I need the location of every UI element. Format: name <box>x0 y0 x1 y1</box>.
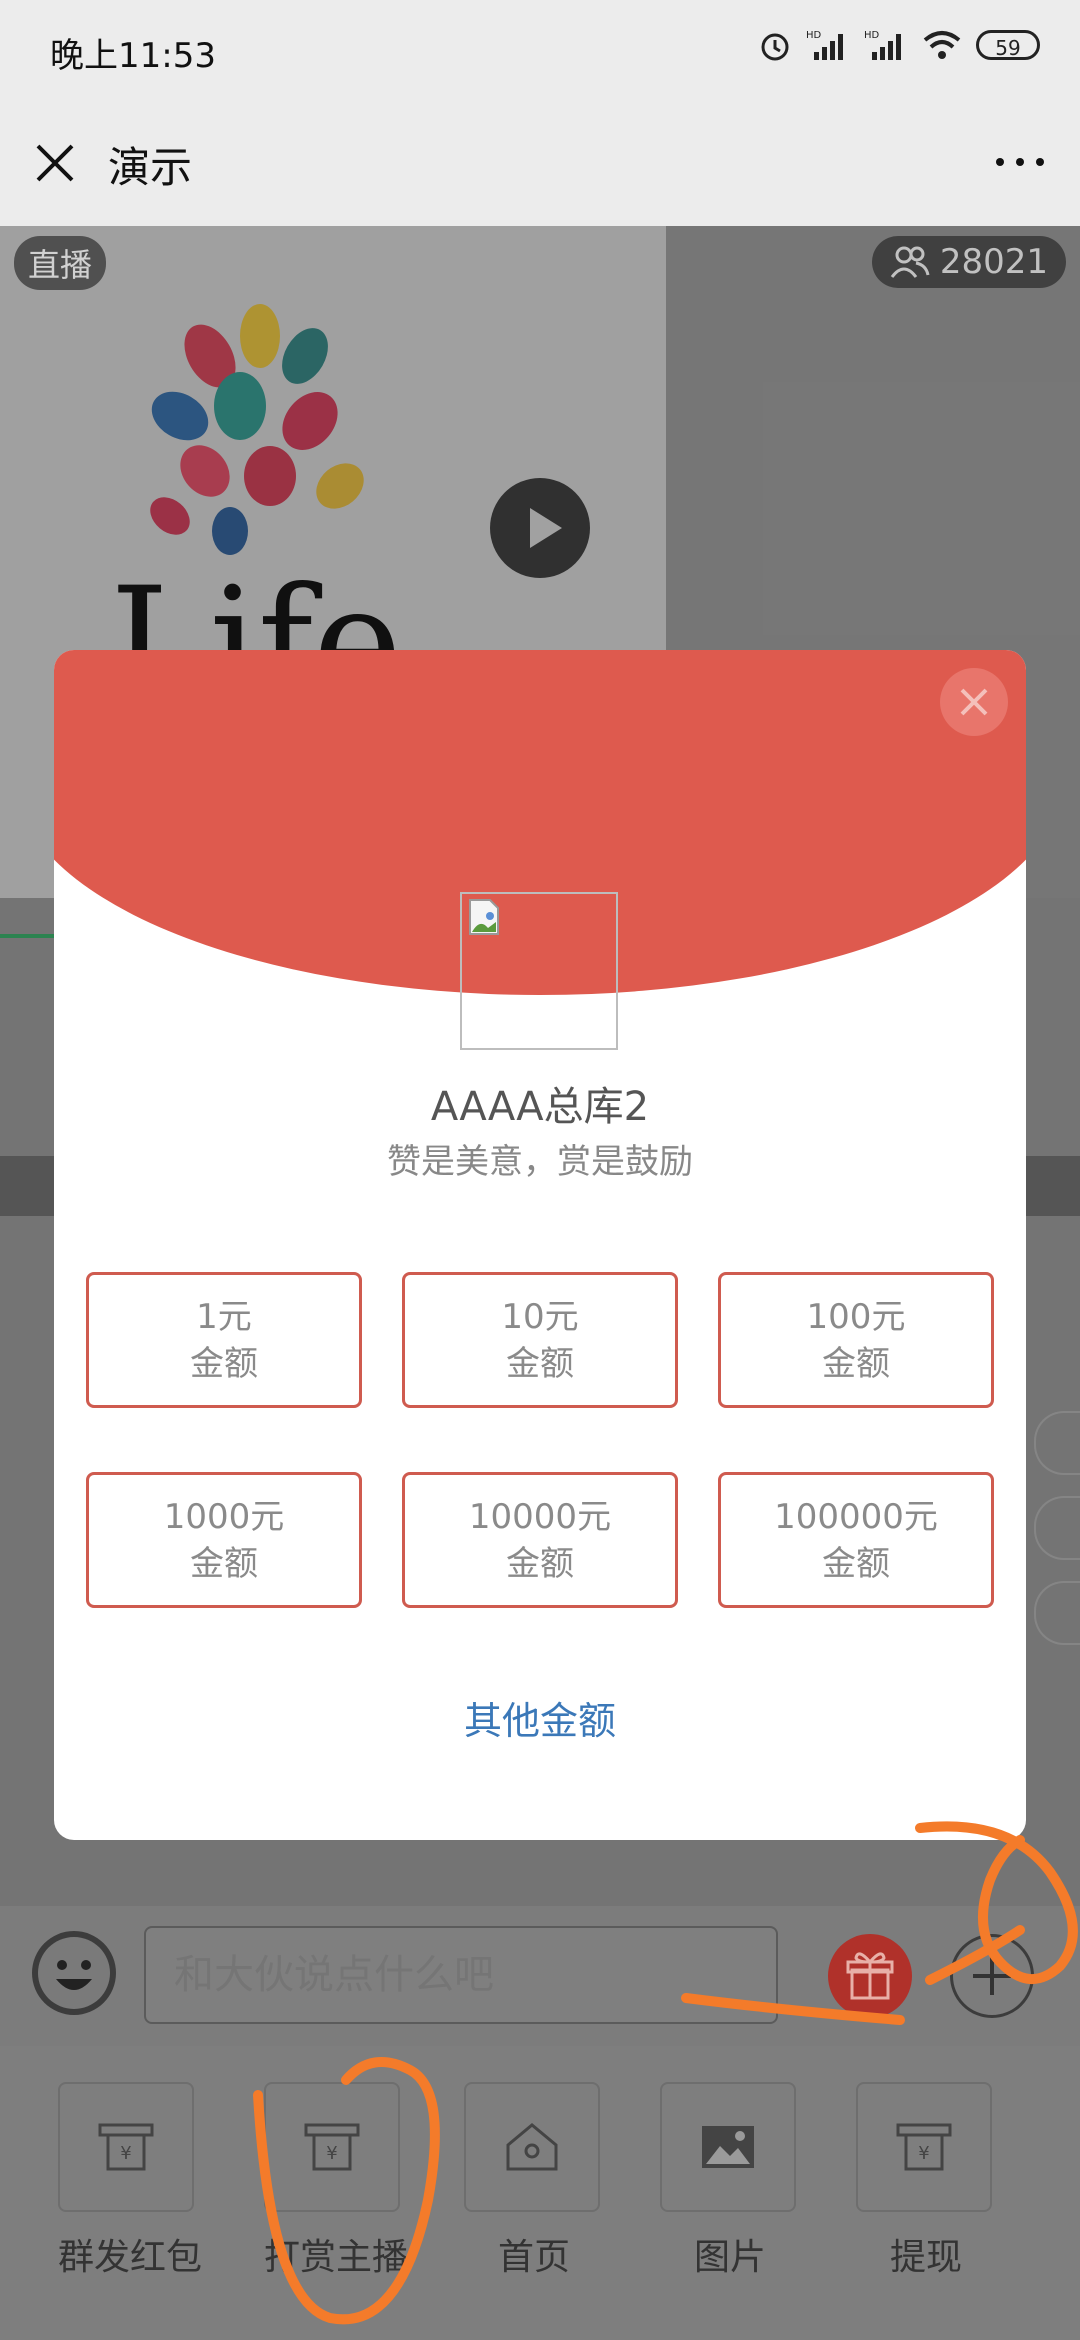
amount-label: 金额 <box>822 1344 890 1384</box>
signal-icon: HD <box>806 30 843 60</box>
reward-modal: AAAA总库2 赞是美意，赏是鼓励 1元 金额 10元 金额 100元 金额 1… <box>54 650 1026 1840</box>
menu-item-withdraw[interactable]: ¥ 提现 <box>856 2082 996 2280</box>
amount-label: 金额 <box>822 1544 890 1584</box>
battery-indicator: 59 <box>976 30 1040 60</box>
amount-label: 金额 <box>190 1344 258 1384</box>
chat-input-bar <box>0 1906 1080 2046</box>
yen-card-icon: ¥ <box>304 2123 360 2171</box>
svg-text:¥: ¥ <box>918 2143 929 2164</box>
more-icon[interactable] <box>990 142 1050 182</box>
amount-option-6[interactable]: 100000元 金额 <box>718 1472 994 1608</box>
menu-label: 提现 <box>889 2237 962 2278</box>
reward-slogan: 赞是美意，赏是鼓励 <box>387 1142 693 1182</box>
amount-label: 金额 <box>506 1344 574 1384</box>
modal-close-button[interactable] <box>940 668 1008 736</box>
menu-item-home[interactable]: 首页 <box>464 2082 604 2280</box>
menu-item-image[interactable]: 图片 <box>660 2082 800 2280</box>
amount-option-3[interactable]: 100元 金额 <box>718 1272 994 1408</box>
amount-label: 金额 <box>506 1544 574 1584</box>
other-amount-link[interactable]: 其他金额 <box>54 1690 1026 1745</box>
title-bar: 演示 <box>0 100 1080 226</box>
svg-text:HD: HD <box>806 30 822 41</box>
menu-label: 群发红包 <box>58 2237 203 2278</box>
gift-icon <box>846 1952 894 2000</box>
status-bar: 晚上11:53 HD HD 59 <box>0 0 1080 100</box>
svg-text:¥: ¥ <box>326 2143 337 2164</box>
chat-input[interactable] <box>144 1926 778 2024</box>
amount-label: 金额 <box>190 1544 258 1584</box>
yen-card-icon: ¥ <box>896 2123 952 2171</box>
wifi-icon <box>923 31 961 59</box>
smiley-icon <box>38 1937 110 2009</box>
menu-label: 打赏主播 <box>264 2237 409 2278</box>
yen-card-icon: ¥ <box>98 2123 154 2171</box>
menu-item-group-red-packet[interactable]: ¥ 群发红包 <box>58 2082 203 2280</box>
amount-option-2[interactable]: 10元 金额 <box>402 1272 678 1408</box>
page-title: 演示 <box>108 143 193 192</box>
amount-value: 10000元 <box>468 1497 612 1537</box>
menu-label: 图片 <box>693 2237 766 2278</box>
amount-option-4[interactable]: 1000元 金额 <box>86 1472 362 1608</box>
menu-icon-box <box>464 2082 600 2212</box>
signal-icon-2: HD <box>864 30 901 60</box>
image-icon <box>702 2126 754 2168</box>
alarm-icon <box>761 33 789 61</box>
close-icon[interactable] <box>30 138 80 188</box>
menu-icon-box: ¥ <box>264 2082 400 2212</box>
menu-icon-box <box>660 2082 796 2212</box>
menu-label: 首页 <box>497 2237 570 2278</box>
emoji-button[interactable] <box>32 1931 116 2015</box>
svg-text:¥: ¥ <box>120 2143 131 2164</box>
svg-text:HD: HD <box>864 30 880 41</box>
menu-icon-box: ¥ <box>856 2082 992 2212</box>
gift-button[interactable] <box>828 1934 912 2018</box>
amount-value: 100000元 <box>774 1497 938 1537</box>
status-icons: HD HD 59 <box>758 28 1040 62</box>
bottom-menu: ¥ 群发红包 ¥ 打赏主播 首页 图片 ¥ 提现 <box>0 2046 1080 2340</box>
plus-icon <box>973 1957 1011 1995</box>
menu-icon-box: ¥ <box>58 2082 194 2212</box>
more-actions-button[interactable] <box>950 1934 1034 2018</box>
close-icon <box>960 688 988 716</box>
amount-value: 1000元 <box>163 1497 285 1537</box>
anchor-name: AAAA总库2 <box>430 1084 650 1130</box>
amount-value: 100元 <box>806 1297 906 1337</box>
amount-value: 1元 <box>196 1297 252 1337</box>
amount-value: 10元 <box>501 1297 579 1337</box>
anchor-avatar <box>460 892 618 1050</box>
menu-item-tip-anchor[interactable]: ¥ 打赏主播 <box>264 2082 409 2280</box>
status-time: 晚上11:53 <box>50 36 216 76</box>
amount-option-1[interactable]: 1元 金额 <box>86 1272 362 1408</box>
amount-option-5[interactable]: 10000元 金额 <box>402 1472 678 1608</box>
home-icon <box>506 2123 558 2171</box>
broken-image-icon <box>469 899 499 935</box>
